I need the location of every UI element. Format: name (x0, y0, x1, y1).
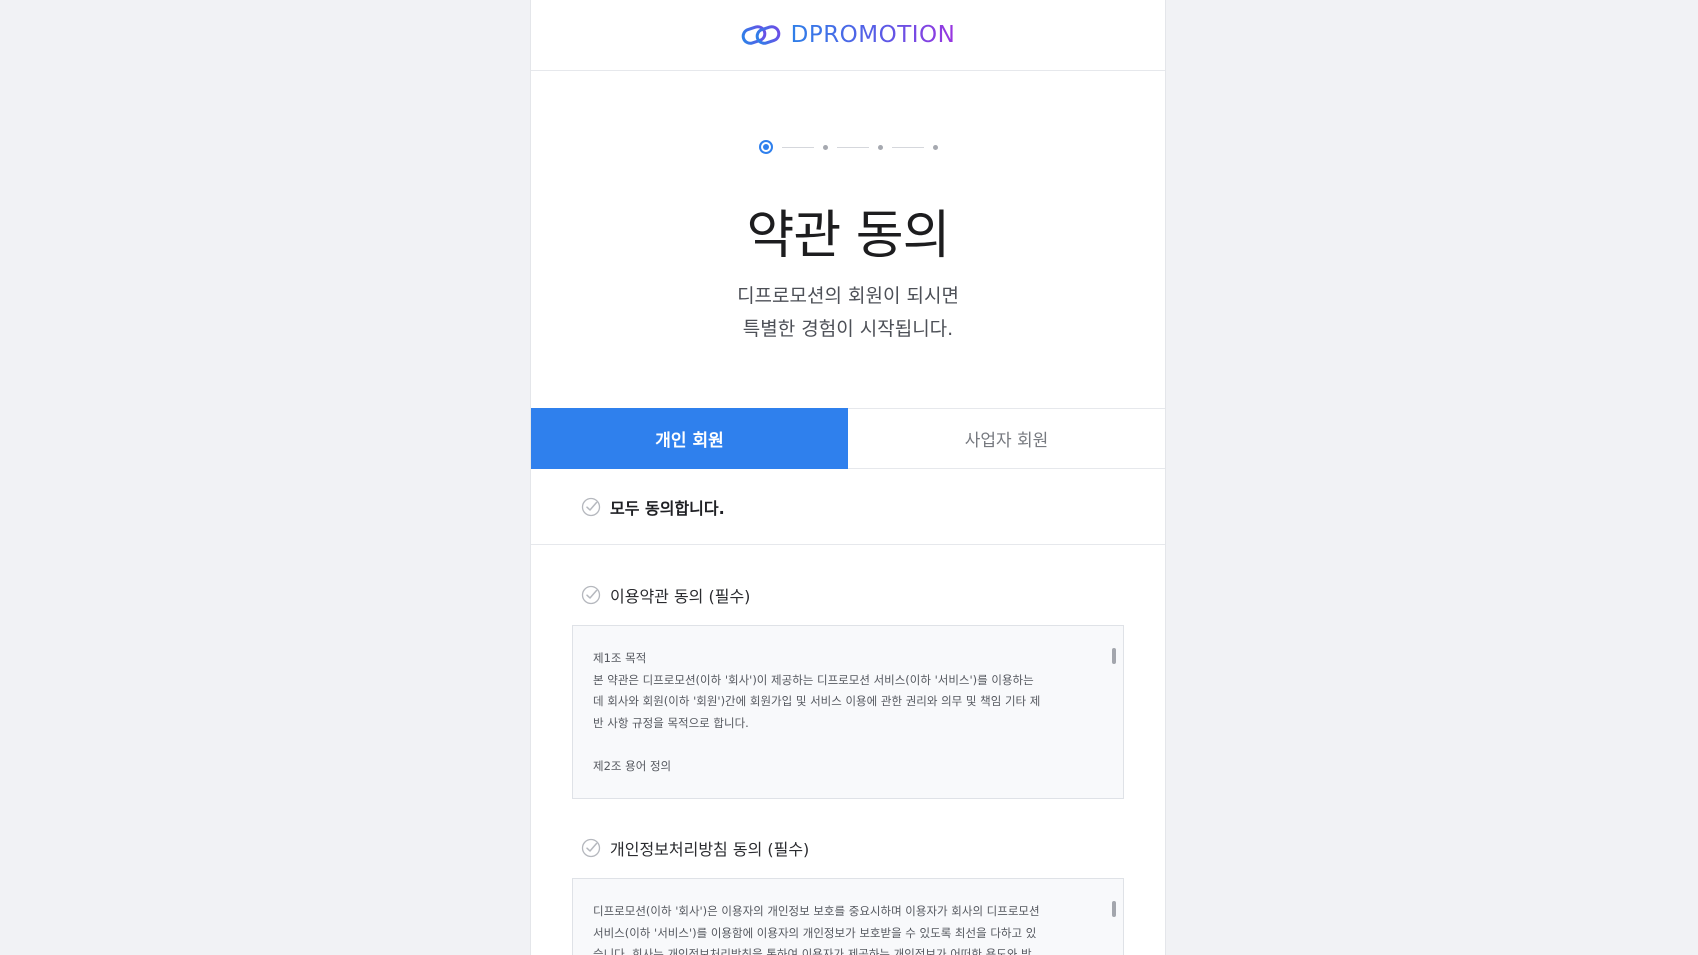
check-circle-icon[interactable] (581, 585, 601, 605)
step-connector (891, 146, 924, 148)
check-circle-icon[interactable] (581, 497, 601, 517)
subtitle-line: 특별한 경험이 시작됩니다. (742, 318, 954, 340)
terms-article-heading: 제2조 용어 정의 (593, 758, 672, 773)
site-header: DPROMOTION (531, 0, 1165, 71)
step-indicator (877, 144, 883, 150)
terms-article-heading: 제1조 목적 (593, 651, 647, 665)
step-indicator (822, 144, 828, 150)
progress-steps (531, 140, 1165, 154)
scrollbar-thumb[interactable] (1112, 648, 1116, 664)
privacy-policy-body: 디프로모션(이하 '회사')은 이용자의 개인정보 보호를 중요시하며 이용자가… (593, 904, 1040, 955)
brand-name[interactable]: DPROMOTION (791, 22, 956, 48)
terms-of-use-content[interactable]: 제1조 목적 본 약관은 디프로모션(이하 '회사')이 제공하는 디프로모션 … (572, 625, 1124, 799)
page-title: 약관 동의 (746, 206, 951, 266)
agree-all-checkbox[interactable]: 모두 동의합니다. (531, 469, 1165, 545)
signup-card: DPROMOTION 약관 동의 디프로모션의 회원이 되시면 특별한 경험이 … (530, 0, 1166, 955)
scrollbar-thumb[interactable] (1112, 901, 1116, 917)
page-subtitle: 디프로모션의 회원이 되시면 특별한 경험이 시작됩니다. (531, 280, 1165, 346)
tab-business-member[interactable]: 사업자 회원 (848, 409, 1165, 468)
step-indicator (932, 144, 938, 150)
agree-all-label: 모두 동의합니다. (610, 498, 725, 518)
member-type-tabs: 개인 회원 사업자 회원 (531, 408, 1165, 469)
privacy-policy-label: 개인정보처리방침 동의 (필수) (610, 840, 810, 859)
terms-of-use-label: 이용약관 동의 (필수) (610, 587, 751, 606)
step-connector (781, 146, 814, 148)
chain-link-icon (741, 24, 781, 46)
privacy-policy-checkbox[interactable]: 개인정보처리방침 동의 (필수) (581, 836, 809, 860)
step-connector (836, 146, 869, 148)
tab-personal-member[interactable]: 개인 회원 (531, 408, 848, 469)
privacy-policy-content[interactable]: 디프로모션(이하 '회사')은 이용자의 개인정보 보호를 중요시하며 이용자가… (572, 878, 1124, 955)
terms-of-use-checkbox[interactable]: 이용약관 동의 (필수) (581, 583, 750, 607)
terms-article-body: 본 약관은 디프로모션(이하 '회사')이 제공하는 디프로모션 서비스(이하 … (593, 672, 1041, 730)
check-circle-icon[interactable] (581, 838, 601, 858)
subtitle-line: 디프로모션의 회원이 되시면 (737, 285, 959, 307)
step-indicator-current (758, 140, 773, 154)
